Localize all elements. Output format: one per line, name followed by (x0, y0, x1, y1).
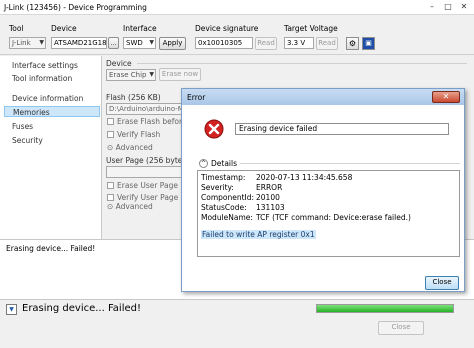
maximize-button[interactable]: □ (440, 1, 456, 13)
verify-user-page-checkbox[interactable] (107, 194, 114, 201)
sidebar-item-memories[interactable]: Memories (4, 106, 100, 117)
advanced-toggle-flash[interactable]: ⊙ Advanced (107, 143, 153, 152)
sidebar-item-device-information[interactable]: Device information (4, 93, 100, 104)
chevron-up-icon[interactable]: ^ (199, 159, 208, 168)
dialog-close-x-button[interactable]: ✕ (432, 91, 460, 103)
advanced-flash-label: Advanced (115, 143, 153, 152)
details-box[interactable]: Timestamp: 2020-07-13 11:34:45.658 Severi… (197, 170, 460, 257)
window-title: J-Link (123456) - Device Programming (4, 3, 147, 12)
verify-flash-label: Verify Flash (117, 130, 161, 139)
verify-user-page-label: Verify User Page (117, 193, 179, 202)
dialog-close-button[interactable]: Close (425, 276, 459, 290)
dialog-title: Error (187, 93, 206, 102)
log-line: Erasing device... Failed! (6, 244, 96, 253)
erase-now-button[interactable]: Erase now (159, 68, 201, 81)
detail-key: ModuleName: (201, 213, 253, 222)
detail-value: TCF (TCF command: Device:erase failed.) (256, 213, 411, 222)
progress-bar (316, 304, 454, 313)
chevron-down-icon: ▼ (149, 39, 154, 46)
chevron-down-icon: ▼ (149, 71, 154, 78)
tool-value: J-Link (12, 39, 31, 47)
signature-read-button[interactable]: Read (255, 37, 277, 50)
chevron-down-icon: ▼ (39, 39, 44, 46)
error-dialog: Error ✕ Erasing device failed ^ Details … (181, 88, 465, 292)
gear-icon[interactable]: ⚙ (346, 37, 359, 50)
voltage-read-button[interactable]: Read (316, 37, 338, 50)
detail-row: Severity: ERROR (201, 183, 282, 192)
divider (137, 63, 467, 64)
detail-row: StatusCode: 131103 (201, 203, 285, 212)
sidebar-item-interface-settings[interactable]: Interface settings (4, 60, 100, 71)
advanced-user-page-label: Advanced (115, 202, 153, 211)
save-icon[interactable]: ▣ (362, 37, 375, 50)
detail-key: Severity: (201, 183, 234, 192)
device-label: Device (51, 24, 77, 33)
device-browse-button[interactable]: ... (108, 37, 119, 49)
toolbar: Tool J-Link ▼ Device ATSAMD21G18A ... Int… (0, 15, 474, 55)
tool-select[interactable]: J-Link ▼ (9, 37, 46, 49)
details-toggle[interactable]: Details (211, 159, 237, 168)
erase-chip-select[interactable]: Erase Chip ▼ (106, 69, 156, 81)
detail-key: ComponentId: (201, 193, 255, 202)
window-controls: – □ ✕ (424, 1, 472, 13)
divider (240, 163, 460, 164)
interface-select[interactable]: SWD ▼ (123, 37, 156, 49)
device-select[interactable]: ATSAMD21G18A (51, 37, 107, 49)
window-titlebar: J-Link (123456) - Device Programming – □… (0, 0, 474, 15)
voltage-value: 3.3 V (287, 39, 306, 47)
detail-value: 2020-07-13 11:34:45.658 (256, 173, 353, 182)
interface-label: Interface (123, 24, 157, 33)
voltage-label: Target Voltage (284, 24, 338, 33)
apply-button[interactable]: Apply (159, 37, 186, 50)
detail-key: StatusCode: (201, 203, 247, 212)
error-message: Erasing device failed (235, 123, 449, 135)
detail-value: ERROR (256, 183, 283, 192)
flash-section-title: Flash (256 KB) (106, 93, 161, 102)
erase-user-page-checkbox[interactable] (107, 182, 114, 189)
tool-label: Tool (9, 24, 24, 33)
dialog-titlebar: Error ✕ (182, 89, 464, 105)
sidebar-item-tool-information[interactable]: Tool information (4, 73, 100, 84)
close-window-button[interactable]: ✕ (456, 1, 472, 13)
signature-label: Device signature (195, 24, 259, 33)
detail-value: 20100 (256, 193, 280, 202)
status-message: Erasing device... Failed! (22, 303, 141, 314)
detail-row: Timestamp: 2020-07-13 11:34:45.658 (201, 173, 352, 182)
error-icon (204, 119, 224, 139)
device-section-title: Device (106, 59, 132, 68)
user-page-section-title: User Page (256 bytes) (106, 156, 190, 165)
verify-flash-checkbox[interactable] (107, 131, 114, 138)
highlighted-detail: Failed to write AP register 0x1 (201, 230, 316, 239)
erase-flash-checkbox[interactable] (107, 118, 114, 125)
expand-icon[interactable]: ▼ (6, 304, 17, 315)
device-value: ATSAMD21G18A (54, 39, 107, 47)
minimize-button[interactable]: – (424, 1, 440, 13)
interface-value: SWD (126, 39, 143, 47)
sidebar-nav: Interface settings Tool information Devi… (0, 56, 102, 239)
sidebar-item-security[interactable]: Security (4, 135, 100, 146)
detail-key: Timestamp: (201, 173, 246, 182)
voltage-field: 3.3 V (284, 37, 314, 49)
detail-value: 131103 (256, 203, 285, 212)
bottom-close-button[interactable]: Close (378, 321, 424, 335)
progress-fill (317, 305, 453, 312)
erase-chip-value: Erase Chip (109, 71, 147, 79)
signature-field: 0x10010305 (195, 37, 253, 49)
detail-row: ModuleName: TCF (TCF command: Device:eras… (201, 213, 411, 222)
advanced-toggle-user-page[interactable]: ⊙ Advanced (107, 202, 153, 211)
sidebar-item-fuses[interactable]: Fuses (4, 121, 100, 132)
detail-row: ComponentId: 20100 (201, 193, 280, 202)
